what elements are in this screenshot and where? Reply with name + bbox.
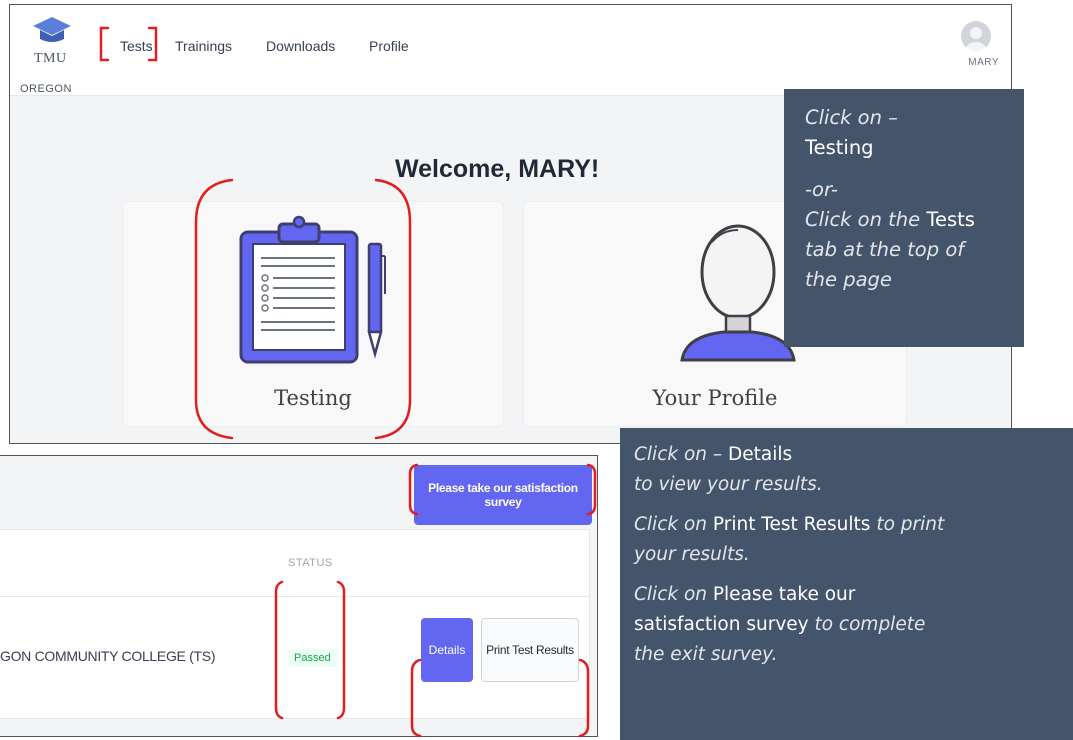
callout-text: to print bbox=[870, 514, 945, 535]
status-column-header: STATUS bbox=[288, 557, 333, 569]
callout-text: the exit survey. bbox=[634, 644, 778, 665]
top-navigation: TMU OREGON Tests Trainings Downloads Pro… bbox=[10, 5, 1011, 96]
avatar[interactable] bbox=[961, 21, 991, 51]
user-icon bbox=[966, 27, 986, 51]
callout-text: Click on bbox=[634, 514, 713, 535]
nav-downloads[interactable]: Downloads bbox=[266, 38, 335, 54]
callout-text: your results. bbox=[634, 544, 750, 565]
callout-text: Click on – bbox=[805, 106, 898, 129]
logo-name: TMU bbox=[34, 51, 67, 66]
row-divider bbox=[0, 596, 589, 597]
nav-tests[interactable]: Tests bbox=[120, 38, 153, 54]
results-table: STATUS GON COMMUNITY COLLEGE (TS) Passed… bbox=[0, 529, 590, 719]
callout-highlight: Details bbox=[728, 444, 793, 465]
clipboard-icon bbox=[239, 215, 386, 364]
graduation-cap-icon bbox=[33, 17, 71, 42]
nav-profile[interactable]: Profile bbox=[369, 38, 409, 54]
callout-highlight: Please take our bbox=[712, 584, 856, 605]
callout-text: to view your results. bbox=[634, 474, 823, 495]
callout-highlight: Tests bbox=[926, 208, 975, 231]
callout-text: Click on the bbox=[805, 208, 927, 231]
callout-highlight: Testing bbox=[805, 136, 874, 159]
callout-text: to complete bbox=[808, 614, 926, 635]
callout-text: tab at the top of bbox=[805, 238, 965, 261]
welcome-heading: Welcome, MARY! bbox=[395, 155, 600, 183]
callout-text: Click on bbox=[634, 584, 713, 605]
callout-text: the page bbox=[805, 268, 892, 291]
details-button[interactable]: Details bbox=[421, 618, 473, 682]
survey-button[interactable]: Please take our satisfaction survey bbox=[414, 465, 592, 525]
user-name: MARY bbox=[968, 57, 999, 68]
nav-trainings[interactable]: Trainings bbox=[175, 38, 232, 54]
callout-text: -or- bbox=[805, 178, 838, 201]
college-name: GON COMMUNITY COLLEGE (TS) bbox=[0, 648, 216, 664]
callout-highlight: Print Test Results bbox=[712, 514, 871, 535]
logo-state: OREGON bbox=[20, 83, 72, 95]
status-badge: Passed bbox=[288, 649, 337, 667]
print-test-results-button[interactable]: Print Test Results bbox=[481, 618, 579, 682]
profile-card-label: Your Profile bbox=[652, 386, 778, 410]
testing-card[interactable]: Testing bbox=[122, 201, 504, 427]
callout-text: Click on – bbox=[634, 444, 729, 465]
results-screenshot: Please take our satisfaction survey STAT… bbox=[0, 455, 598, 737]
instruction-callout-top: Click on – Testing -or- Click on the Tes… bbox=[784, 89, 1024, 347]
instruction-callout-bottom: Click on – Details to view your results.… bbox=[620, 428, 1073, 740]
callout-highlight: satisfaction survey bbox=[634, 614, 809, 635]
testing-card-label: Testing bbox=[274, 386, 352, 410]
